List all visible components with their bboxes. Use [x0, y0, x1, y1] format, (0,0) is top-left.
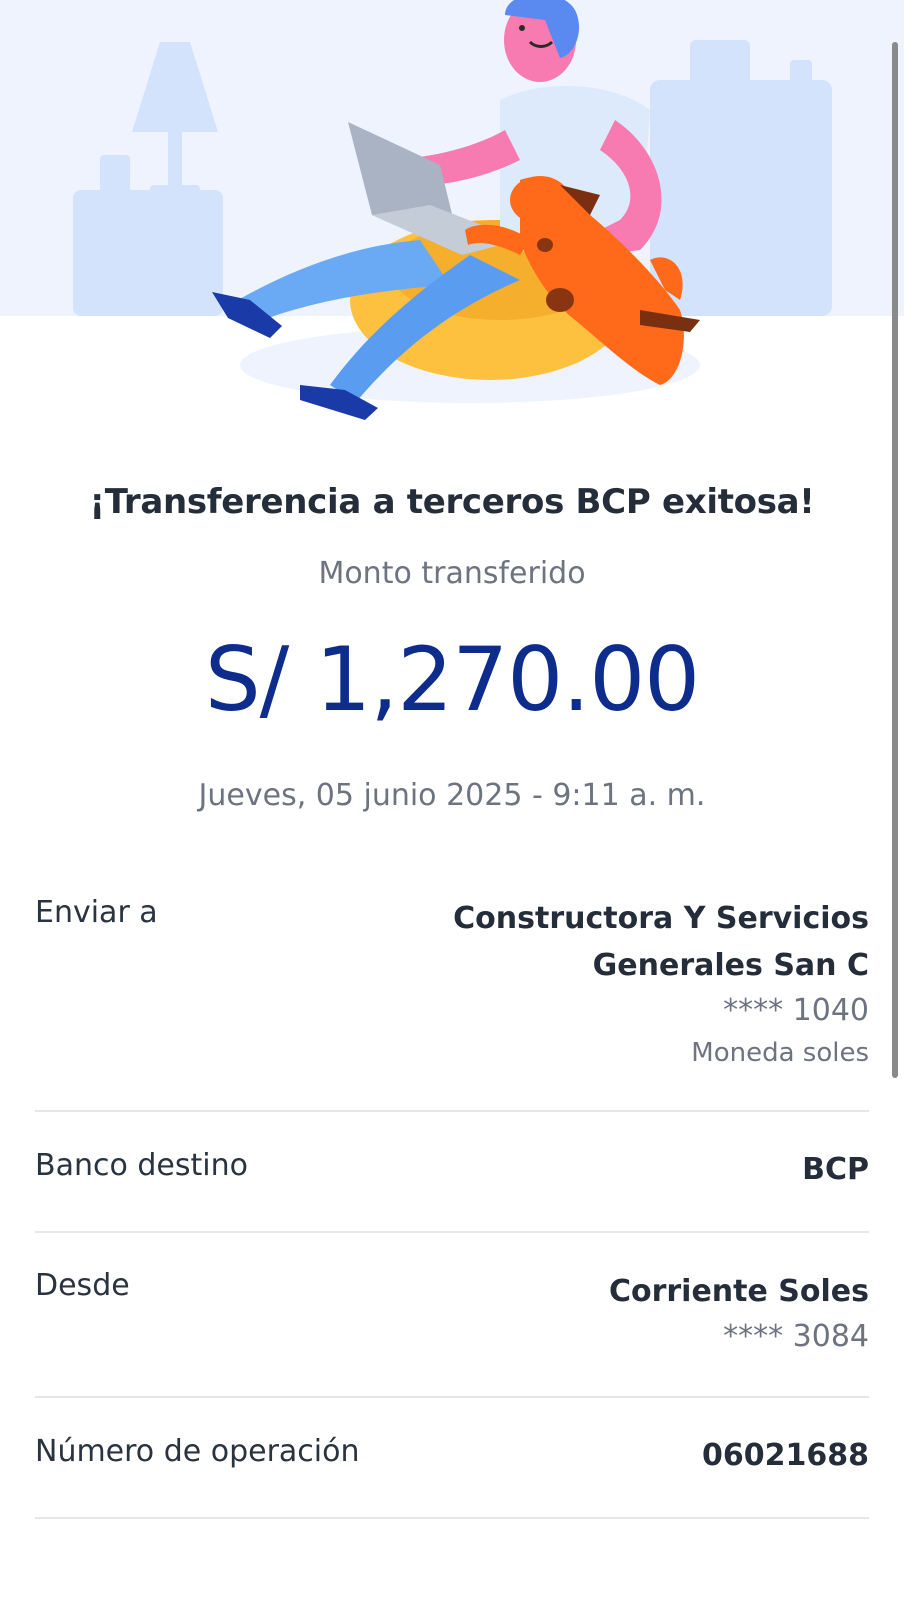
- recipient-label: Enviar a: [35, 895, 158, 930]
- operation-row: Número de operación 06021688: [35, 1434, 869, 1484]
- recipient-name-line2: Generales San C: [592, 948, 869, 983]
- operation-number: 06021688: [702, 1438, 869, 1473]
- hero-illustration: [0, 0, 904, 430]
- operation-label: Número de operación: [35, 1434, 360, 1469]
- recipient-account: **** 1040: [723, 993, 869, 1028]
- from-value: Corriente Soles **** 3084: [349, 1268, 869, 1359]
- amount-label: Monto transferido: [318, 556, 586, 591]
- recipient-name-line1: Constructora Y Servicios: [453, 901, 869, 936]
- from-label: Desde: [35, 1268, 130, 1303]
- bank-value: BCP: [802, 1152, 869, 1187]
- amount-value: S/ 1,270.00: [204, 628, 700, 731]
- success-title: ¡Transferencia a terceros BCP exitosa!: [89, 482, 815, 522]
- recipient-currency: Moneda soles: [691, 1038, 869, 1068]
- transfer-datetime: Jueves, 05 junio 2025 - 9:11 a. m.: [198, 778, 706, 813]
- recipient-row: Enviar a Constructora Y Servicios Genera…: [35, 895, 869, 1075]
- divider: [35, 1517, 869, 1519]
- from-row: Desde Corriente Soles **** 3084: [35, 1268, 869, 1368]
- from-account-type: Corriente Soles: [608, 1274, 869, 1309]
- divider: [35, 1396, 869, 1398]
- bank-label: Banco destino: [35, 1148, 248, 1183]
- divider: [35, 1110, 869, 1112]
- bank-row: Banco destino BCP: [35, 1148, 869, 1198]
- from-account: **** 3084: [723, 1319, 869, 1354]
- divider: [35, 1231, 869, 1233]
- recipient-value: Constructora Y Servicios Generales San C…: [349, 895, 869, 1073]
